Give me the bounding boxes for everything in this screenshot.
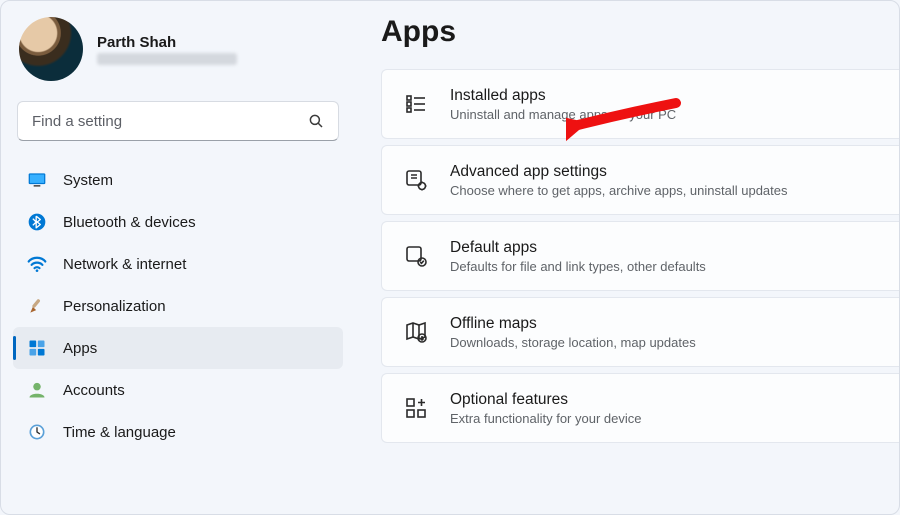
profile-text: Parth Shah xyxy=(97,34,237,65)
card-sub: Downloads, storage location, map updates xyxy=(450,335,696,350)
wifi-icon xyxy=(27,254,47,274)
map-download-icon xyxy=(404,320,428,344)
card-optional-features[interactable]: Optional features Extra functionality fo… xyxy=(381,373,899,443)
card-text: Offline maps Downloads, storage location… xyxy=(450,315,696,350)
search-icon xyxy=(307,112,325,130)
card-title: Default apps xyxy=(450,239,706,257)
list-icon xyxy=(404,92,428,116)
avatar xyxy=(19,17,83,81)
page-title: Apps xyxy=(381,15,899,49)
sidebar-item-system[interactable]: System xyxy=(13,159,343,201)
apps-icon xyxy=(27,338,47,358)
profile-email-blurred xyxy=(97,53,237,65)
sidebar-item-apps[interactable]: Apps xyxy=(13,327,343,369)
card-default-apps[interactable]: Default apps Defaults for file and link … xyxy=(381,221,899,291)
nav-label: Bluetooth & devices xyxy=(63,214,196,231)
accounts-icon xyxy=(27,380,47,400)
nav-label: Apps xyxy=(63,340,97,357)
card-installed-apps[interactable]: Installed apps Uninstall and manage apps… xyxy=(381,69,899,139)
sidebar-item-time[interactable]: Time & language xyxy=(13,411,343,453)
nav-label: System xyxy=(63,172,113,189)
card-advanced-app-settings[interactable]: Advanced app settings Choose where to ge… xyxy=(381,145,899,215)
card-offline-maps[interactable]: Offline maps Downloads, storage location… xyxy=(381,297,899,367)
sidebar-item-network[interactable]: Network & internet xyxy=(13,243,343,285)
system-icon xyxy=(27,170,47,190)
nav-label: Network & internet xyxy=(63,256,186,273)
nav-label: Personalization xyxy=(63,298,166,315)
card-sub: Choose where to get apps, archive apps, … xyxy=(450,183,788,198)
paintbrush-icon xyxy=(27,296,47,316)
profile[interactable]: Parth Shah xyxy=(13,13,343,101)
search xyxy=(17,101,339,141)
sidebar: Parth Shah System Bluetooth & devices xyxy=(1,1,351,514)
sidebar-item-personalization[interactable]: Personalization xyxy=(13,285,343,327)
sidebar-item-accounts[interactable]: Accounts xyxy=(13,369,343,411)
nav-label: Accounts xyxy=(63,382,125,399)
card-title: Installed apps xyxy=(450,87,676,105)
card-text: Default apps Defaults for file and link … xyxy=(450,239,706,274)
nav-label: Time & language xyxy=(63,424,176,441)
cards-list: Installed apps Uninstall and manage apps… xyxy=(381,69,899,443)
clock-icon xyxy=(27,422,47,442)
card-text: Advanced app settings Choose where to ge… xyxy=(450,163,788,198)
card-text: Installed apps Uninstall and manage apps… xyxy=(450,87,676,122)
bluetooth-icon xyxy=(27,212,47,232)
profile-name: Parth Shah xyxy=(97,34,237,51)
card-sub: Defaults for file and link types, other … xyxy=(450,259,706,274)
card-title: Optional features xyxy=(450,391,641,409)
main: Apps Installed apps Uninstall and manage… xyxy=(351,1,899,514)
settings-window: Parth Shah System Bluetooth & devices xyxy=(0,0,900,515)
card-title: Advanced app settings xyxy=(450,163,788,181)
app-gear-icon xyxy=(404,168,428,192)
sidebar-item-bluetooth[interactable]: Bluetooth & devices xyxy=(13,201,343,243)
nav: System Bluetooth & devices Network & int… xyxy=(13,159,343,453)
card-sub: Extra functionality for your device xyxy=(450,411,641,426)
search-input[interactable] xyxy=(17,101,339,141)
card-title: Offline maps xyxy=(450,315,696,333)
default-apps-icon xyxy=(404,244,428,268)
card-sub: Uninstall and manage apps on your PC xyxy=(450,107,676,122)
grid-plus-icon xyxy=(404,396,428,420)
card-text: Optional features Extra functionality fo… xyxy=(450,391,641,426)
